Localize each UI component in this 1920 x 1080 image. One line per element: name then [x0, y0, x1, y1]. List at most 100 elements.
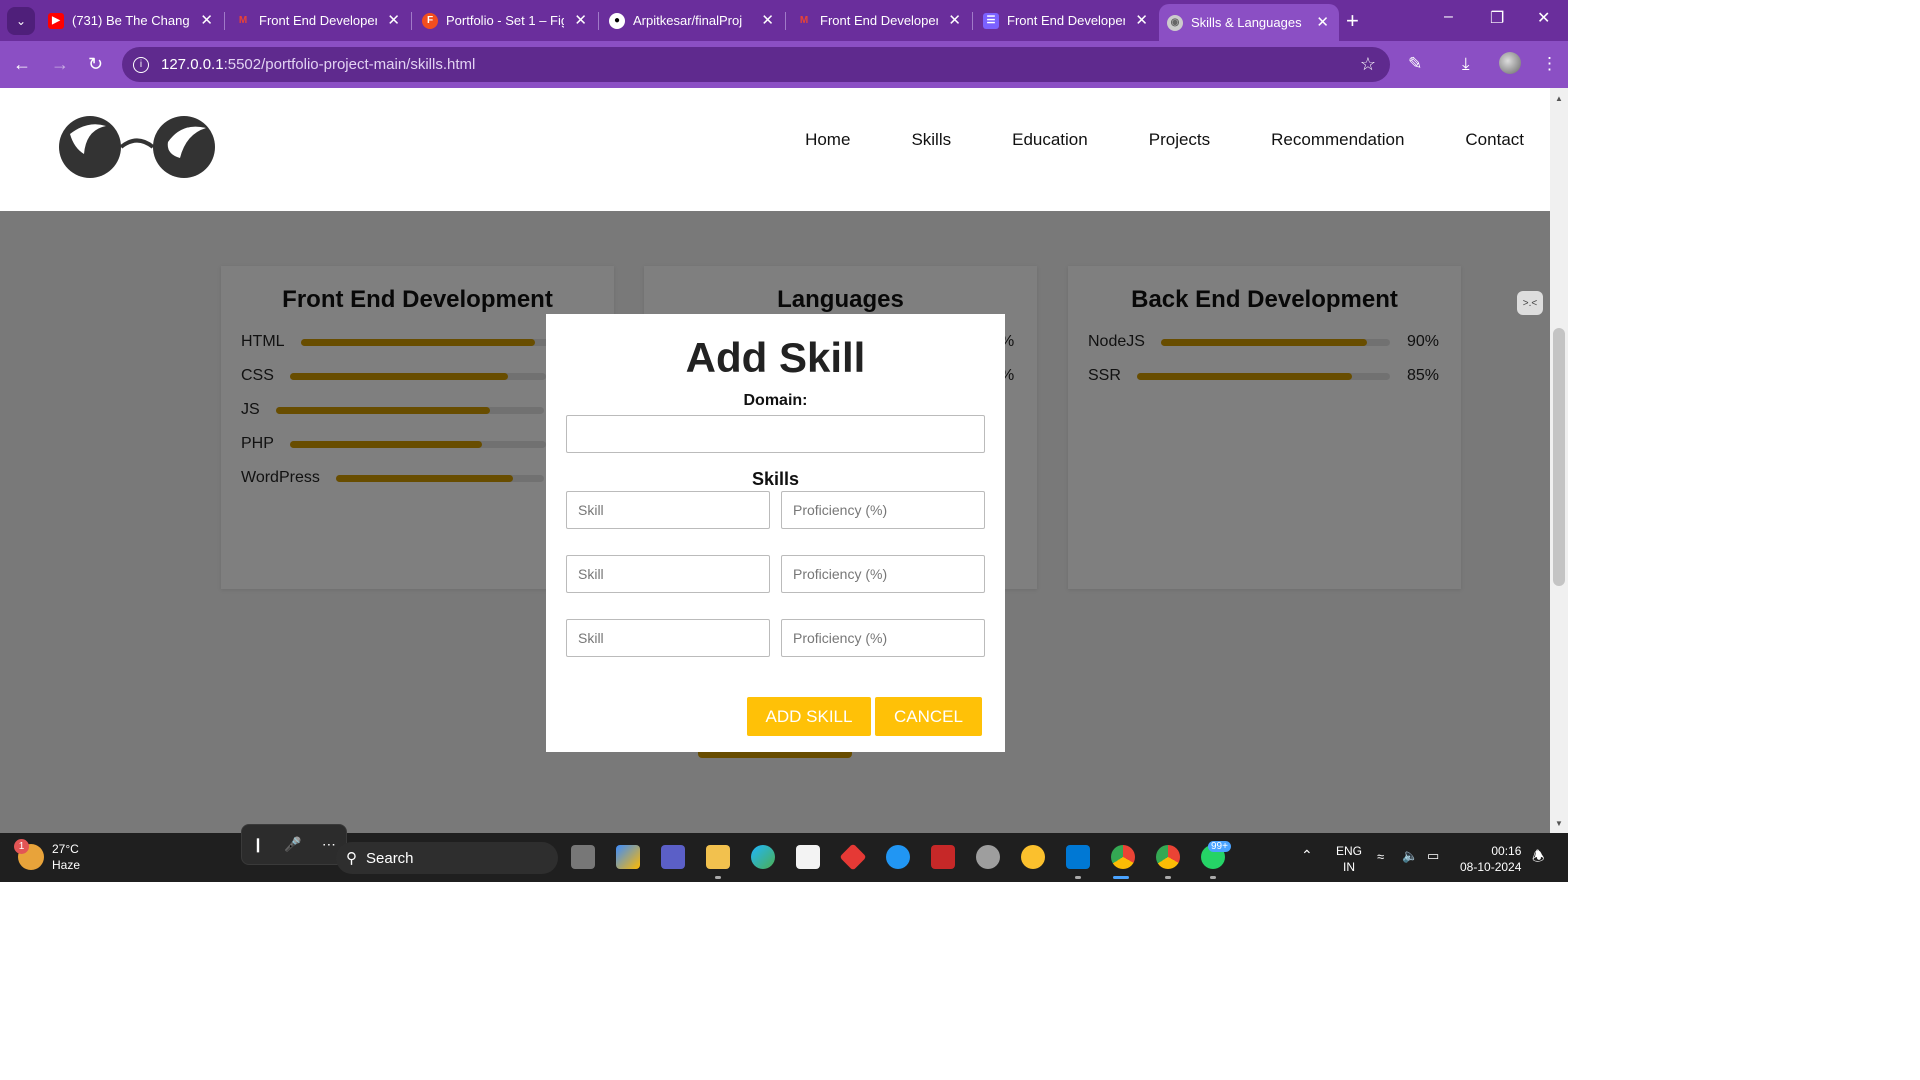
bookmark-star-icon[interactable]: ☆	[1360, 54, 1376, 75]
minimize-icon[interactable]: –	[1444, 8, 1453, 26]
weather-widget[interactable]: 1 27°C Haze	[14, 839, 81, 873]
clock-time: 00:16	[1491, 844, 1522, 858]
clock[interactable]: 00:16 08-10-2024	[1460, 843, 1521, 875]
url-path: :5502/portfolio-project-main/skills.html	[223, 56, 476, 73]
whatsapp-badge: 99+	[1208, 841, 1231, 852]
nav-contact[interactable]: Contact	[1465, 130, 1524, 150]
glasses-logo-icon[interactable]	[58, 114, 216, 180]
tab-close-icon[interactable]: ✕	[387, 11, 400, 29]
volume-icon[interactable]: 🔈	[1402, 848, 1418, 864]
forward-icon[interactable]: →	[51, 54, 69, 75]
skill-input-3[interactable]	[566, 619, 770, 657]
wifi-icon[interactable]: ≈	[1377, 849, 1384, 865]
scroll-up-icon[interactable]: ▲	[1555, 94, 1563, 103]
tab-close-icon[interactable]: ✕	[761, 11, 774, 29]
domain-input[interactable]	[566, 415, 985, 453]
skill-input-1[interactable]	[566, 491, 770, 529]
url-input[interactable]: i 127.0.0.1:5502/portfolio-project-main/…	[122, 47, 1390, 82]
tab-skills-languages[interactable]: ◉ Skills & Languages ✕	[1159, 4, 1339, 41]
modal-title: Add Skill	[685, 334, 866, 381]
scroll-down-icon[interactable]: ▼	[1555, 819, 1563, 828]
proficiency-input-2[interactable]	[781, 555, 985, 593]
tab-figma[interactable]: F Portfolio - Set 1 – Fig ✕	[414, 6, 597, 35]
task-view-icon[interactable]	[571, 845, 595, 869]
more-icon[interactable]: ⋯	[322, 836, 336, 853]
tab-forms[interactable]: ☰ Front End Developer ✕	[975, 6, 1158, 35]
tab-title: (731) Be The Change	[72, 13, 190, 28]
chrome-profile-icon[interactable]	[1156, 845, 1180, 869]
file-explorer-icon[interactable]	[706, 845, 730, 869]
tab-close-icon[interactable]: ✕	[1135, 11, 1148, 29]
tab-title: Front End Developer	[820, 13, 938, 28]
store-icon[interactable]	[796, 845, 820, 869]
extensions-icon[interactable]: ✎	[1408, 54, 1422, 74]
back-icon[interactable]: ←	[13, 54, 31, 75]
chevron-up-icon[interactable]: ⌃	[1301, 847, 1313, 863]
tab-title: Skills & Languages	[1191, 15, 1302, 30]
tab-title: Front End Developer	[259, 13, 377, 28]
weather-desc: Haze	[52, 858, 81, 872]
tab-title: Arpitkesar/finalProj	[633, 13, 743, 28]
vscode-icon[interactable]	[1066, 845, 1090, 869]
tab-search-button[interactable]: ⌄	[7, 7, 35, 35]
download-icon[interactable]: ⤓	[1462, 54, 1470, 74]
tab-close-icon[interactable]: ✕	[200, 11, 213, 29]
copilot-icon[interactable]	[616, 845, 640, 869]
tab-youtube[interactable]: ▶ (731) Be The Change ✕	[40, 6, 223, 35]
help-icon[interactable]	[886, 845, 910, 869]
weather-badge: 1	[14, 839, 29, 854]
nav-projects[interactable]: Projects	[1149, 130, 1210, 150]
site-info-icon[interactable]: i	[133, 56, 149, 73]
restore-icon[interactable]: ❐	[1490, 8, 1504, 28]
nav-skills[interactable]: Skills	[911, 130, 951, 150]
battery-icon[interactable]: ▭	[1427, 848, 1439, 864]
scrollbar-thumb[interactable]	[1553, 328, 1565, 586]
profile-avatar[interactable]	[1499, 52, 1521, 74]
new-tab-button[interactable]: +	[1346, 8, 1359, 34]
cancel-button[interactable]: CANCEL	[875, 697, 982, 736]
forms-icon: ☰	[983, 12, 999, 29]
url-host: 127.0.0.1	[161, 56, 224, 73]
proficiency-input-1[interactable]	[781, 491, 985, 529]
reload-icon[interactable]: ↻	[88, 54, 103, 75]
medal-icon[interactable]	[1021, 845, 1045, 869]
menu-dots-icon[interactable]: ⋮	[1541, 54, 1558, 74]
add-skill-button[interactable]: ADD SKILL	[747, 697, 871, 736]
nav-recommendation[interactable]: Recommendation	[1271, 130, 1404, 150]
nav-home[interactable]: Home	[805, 130, 850, 150]
taskbar-search[interactable]: ⚲ Search	[336, 842, 558, 874]
gmail-icon: M	[238, 15, 248, 26]
skill-input-2[interactable]	[566, 555, 770, 593]
tab-gmail-2[interactable]: M Front End Developer ✕	[788, 6, 971, 35]
voice-typing-bar: ❙ 🎤 ⋯	[241, 824, 347, 865]
edge-icon[interactable]	[751, 845, 775, 869]
nav-education[interactable]: Education	[1012, 130, 1088, 150]
tab-close-icon[interactable]: ✕	[948, 11, 961, 29]
tab-close-icon[interactable]: ✕	[574, 11, 587, 29]
text-cursor-icon[interactable]: ❙	[252, 836, 264, 853]
page-scrollbar[interactable]: ▲ ▼	[1550, 88, 1568, 833]
browser-tab-bar: ⌄ ▶ (731) Be The Change ✕ M Front End De…	[0, 0, 1568, 41]
chrome-icon[interactable]	[1111, 845, 1135, 869]
skills-label: Skills	[751, 469, 800, 489]
language-indicator[interactable]: ENG IN	[1336, 843, 1362, 875]
notification-bell-icon[interactable]: 🕭	[1532, 848, 1545, 864]
add-skill-modal: Add Skill Domain: Skills ADD SKILL CANCE…	[546, 314, 1005, 752]
search-label: Search	[366, 849, 414, 867]
extension-floating-icon[interactable]: >.<	[1517, 291, 1543, 315]
mcafee-icon[interactable]	[931, 845, 955, 869]
proficiency-input-3[interactable]	[781, 619, 985, 657]
main-nav: Home Skills Education Projects Recommend…	[744, 130, 1524, 150]
close-window-icon[interactable]: ✕	[1537, 8, 1550, 28]
teams-icon[interactable]	[661, 845, 685, 869]
tab-github[interactable]: ● Arpitkesar/finalProj ✕	[601, 6, 784, 35]
tab-gmail-1[interactable]: M Front End Developer ✕	[227, 6, 410, 35]
microphone-icon[interactable]: 🎤	[284, 836, 301, 853]
tab-close-icon[interactable]: ✕	[1316, 13, 1329, 31]
globe-icon: ◉	[1167, 14, 1183, 31]
language-code: ENG	[1336, 844, 1363, 858]
gmail-icon: M	[799, 15, 809, 26]
page-viewport: Home Skills Education Projects Recommend…	[0, 88, 1550, 833]
app-diamond-icon[interactable]	[839, 843, 867, 871]
settings-gear-icon[interactable]	[976, 845, 1000, 869]
